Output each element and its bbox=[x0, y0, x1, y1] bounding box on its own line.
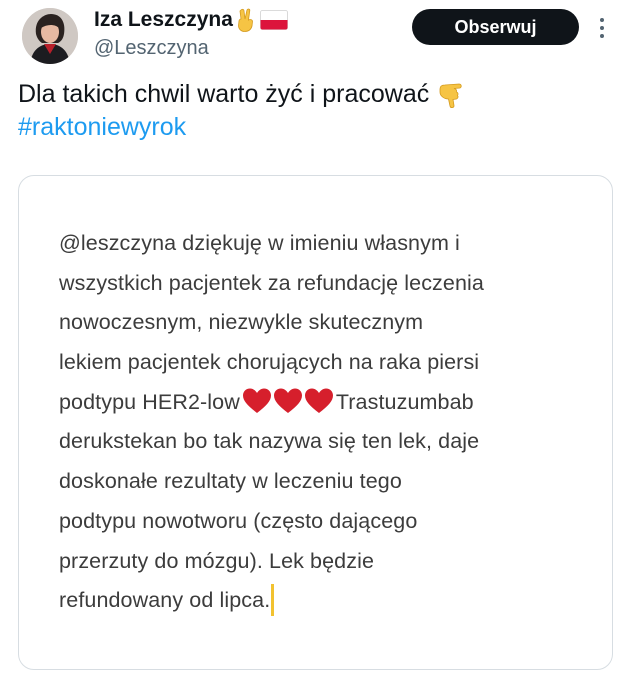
author-handle[interactable]: @Leszczyna bbox=[94, 37, 209, 60]
flag-poland-icon bbox=[260, 10, 288, 30]
note-line: przerzuty do mózgu). Lek będzie bbox=[59, 548, 375, 573]
note-text: @leszczyna dziękuję w imieniu własnym i … bbox=[59, 224, 599, 621]
note-line: @leszczyna dziękuję w imieniu własnym i bbox=[59, 231, 460, 255]
hearts-group bbox=[242, 387, 334, 415]
media-image[interactable]: @leszczyna dziękuję w imieniu własnym i … bbox=[18, 175, 613, 670]
avatar-image bbox=[22, 8, 78, 64]
text-cursor bbox=[271, 583, 275, 616]
more-options-dot bbox=[600, 34, 604, 38]
more-options-dot bbox=[600, 18, 604, 22]
note-line-part: Trastuzumbab bbox=[335, 389, 474, 414]
tweet-line-2: #raktoniewyrok bbox=[18, 111, 467, 144]
red-heart-icon bbox=[304, 388, 333, 414]
more-options-dot bbox=[600, 26, 604, 30]
note-line: nowoczesnym, niezwykle skutecznym bbox=[59, 310, 424, 335]
note-line-part: podtypu HER2-low bbox=[59, 389, 240, 414]
pointing-down-icon bbox=[439, 83, 462, 108]
tweet-text-content: Dla takich chwil warto żyć i pracować bbox=[18, 80, 430, 108]
note-line: wszystkich pacjentek za refundację lecze… bbox=[59, 270, 484, 295]
note-line: lekiem pacjentek chorujących na raka pie… bbox=[59, 350, 480, 375]
note-line: doskonałe rezultaty w leczeniu tego bbox=[59, 469, 402, 494]
hashtag-link[interactable]: #raktoniewyrok bbox=[18, 111, 186, 144]
note-line-with-hearts: podtypu HER2-low Trastuzumbab bbox=[59, 383, 599, 423]
note-line: podtypu nowotworu (często dającego bbox=[59, 508, 418, 533]
note-last-line: refundowany od lipca. bbox=[59, 581, 599, 621]
author-name-row: Iza Leszczyna bbox=[94, 6, 288, 34]
victory-hand-icon bbox=[238, 8, 253, 32]
follow-button[interactable]: Obserwuj bbox=[412, 9, 579, 45]
avatar[interactable] bbox=[22, 8, 78, 64]
author-display-name[interactable]: Iza Leszczyna bbox=[94, 8, 233, 32]
tweet-text: Dla takich chwil warto żyć i pracować #r… bbox=[18, 78, 467, 144]
name-emojis bbox=[235, 8, 288, 32]
red-heart-icon bbox=[242, 388, 271, 414]
more-options-icon[interactable] bbox=[592, 13, 612, 43]
red-heart-icon bbox=[273, 388, 302, 414]
tweet-line-1: Dla takich chwil warto żyć i pracować bbox=[18, 78, 467, 111]
note-line: derukstekan bo tak nazywa się ten lek, d… bbox=[59, 429, 480, 454]
note-line-part: refundowany od lipca. bbox=[59, 588, 271, 613]
